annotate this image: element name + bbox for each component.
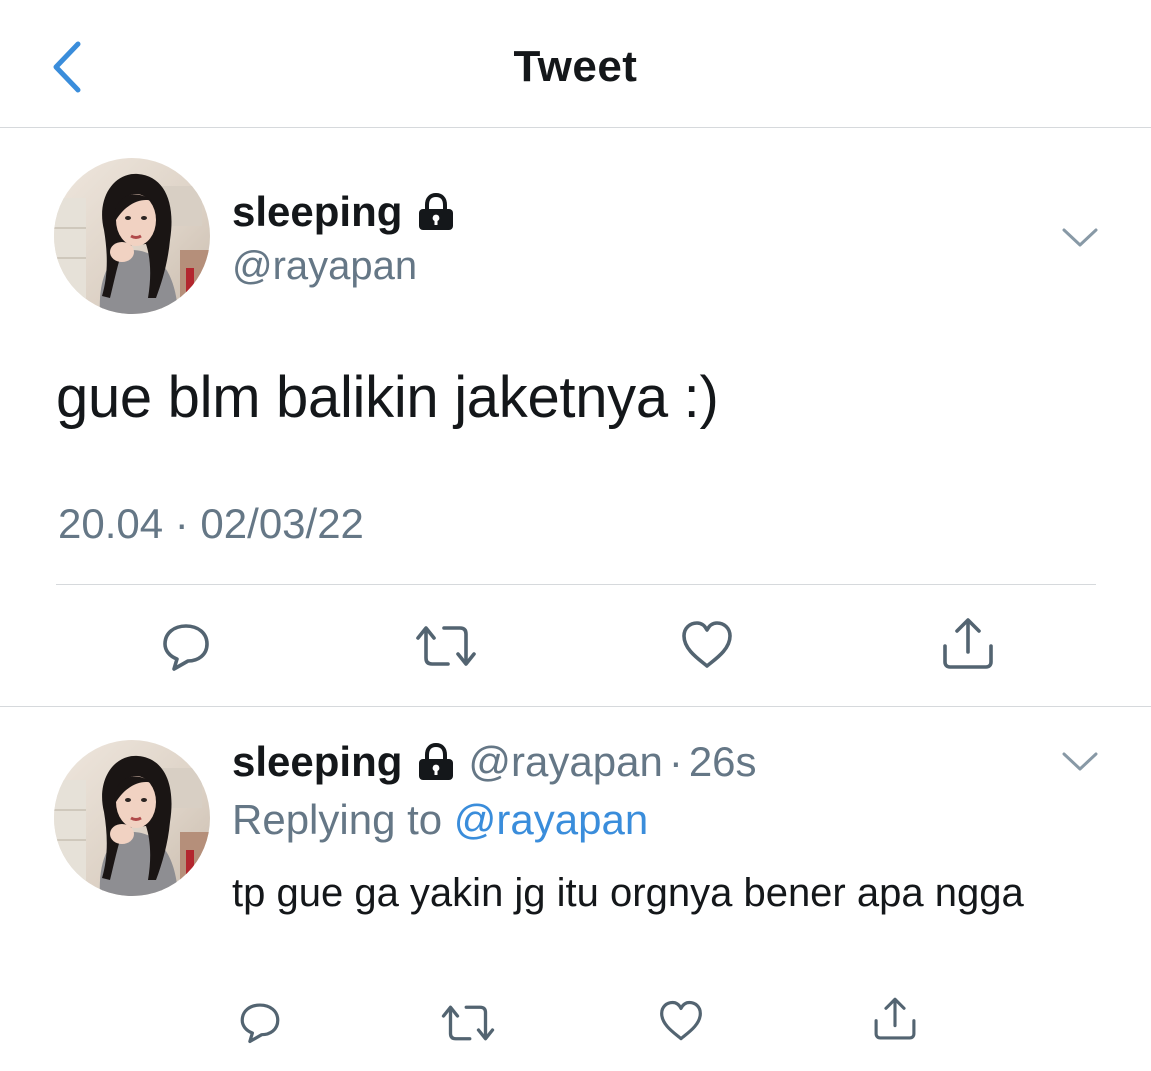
lock-icon	[419, 193, 454, 230]
share-button[interactable]	[872, 996, 918, 1042]
user-handle[interactable]: @rayapan	[232, 244, 417, 289]
display-name[interactable]: sleeping	[232, 188, 456, 236]
reply-icon	[240, 1003, 280, 1044]
like-icon	[660, 1000, 702, 1041]
separator-dot: ·	[668, 738, 683, 785]
like-icon	[682, 621, 732, 668]
retweet-icon	[416, 626, 476, 666]
divider	[0, 706, 1151, 707]
avatar[interactable]	[54, 158, 210, 314]
share-icon	[943, 618, 993, 669]
tweet-age[interactable]: 26s	[689, 738, 757, 786]
tweet-timestamp[interactable]: 20.04 · 02/03/22	[58, 500, 364, 548]
retweet-button[interactable]	[414, 622, 478, 670]
share-button[interactable]	[940, 616, 996, 672]
reply-button[interactable]	[238, 1000, 282, 1044]
reply-text: tp gue ga yakin jg itu orgnya bener apa …	[232, 871, 1024, 915]
tweet-text: gue blm balikin jaketnya :)	[56, 365, 719, 430]
mention-link[interactable]: @rayapan	[454, 796, 648, 843]
tweet-options-button[interactable]	[1060, 750, 1100, 774]
display-name-text: sleeping	[232, 188, 403, 235]
chevron-down-icon	[1062, 752, 1098, 771]
reply-icon	[163, 624, 209, 671]
user-handle[interactable]: @rayapan	[468, 738, 662, 786]
avatar[interactable]	[54, 740, 210, 896]
top-bar: Tweet	[0, 0, 1151, 128]
chevron-down-icon	[1062, 228, 1098, 247]
replying-to-label: Replying to	[232, 796, 443, 843]
tweet-options-button[interactable]	[1060, 226, 1100, 250]
share-icon	[874, 997, 916, 1040]
divider	[56, 584, 1096, 585]
lock-icon	[419, 743, 454, 780]
like-button[interactable]	[658, 1000, 704, 1042]
retweet-button[interactable]	[440, 1002, 496, 1044]
like-button[interactable]	[680, 620, 734, 670]
reply-button[interactable]	[160, 620, 212, 672]
reply-header: sleeping @rayapan · 26s	[232, 738, 757, 786]
replying-to: Replying to @rayapan	[232, 796, 648, 844]
display-name[interactable]: sleeping	[232, 738, 402, 786]
retweet-icon	[441, 1005, 495, 1041]
page-title: Tweet	[513, 42, 638, 91]
